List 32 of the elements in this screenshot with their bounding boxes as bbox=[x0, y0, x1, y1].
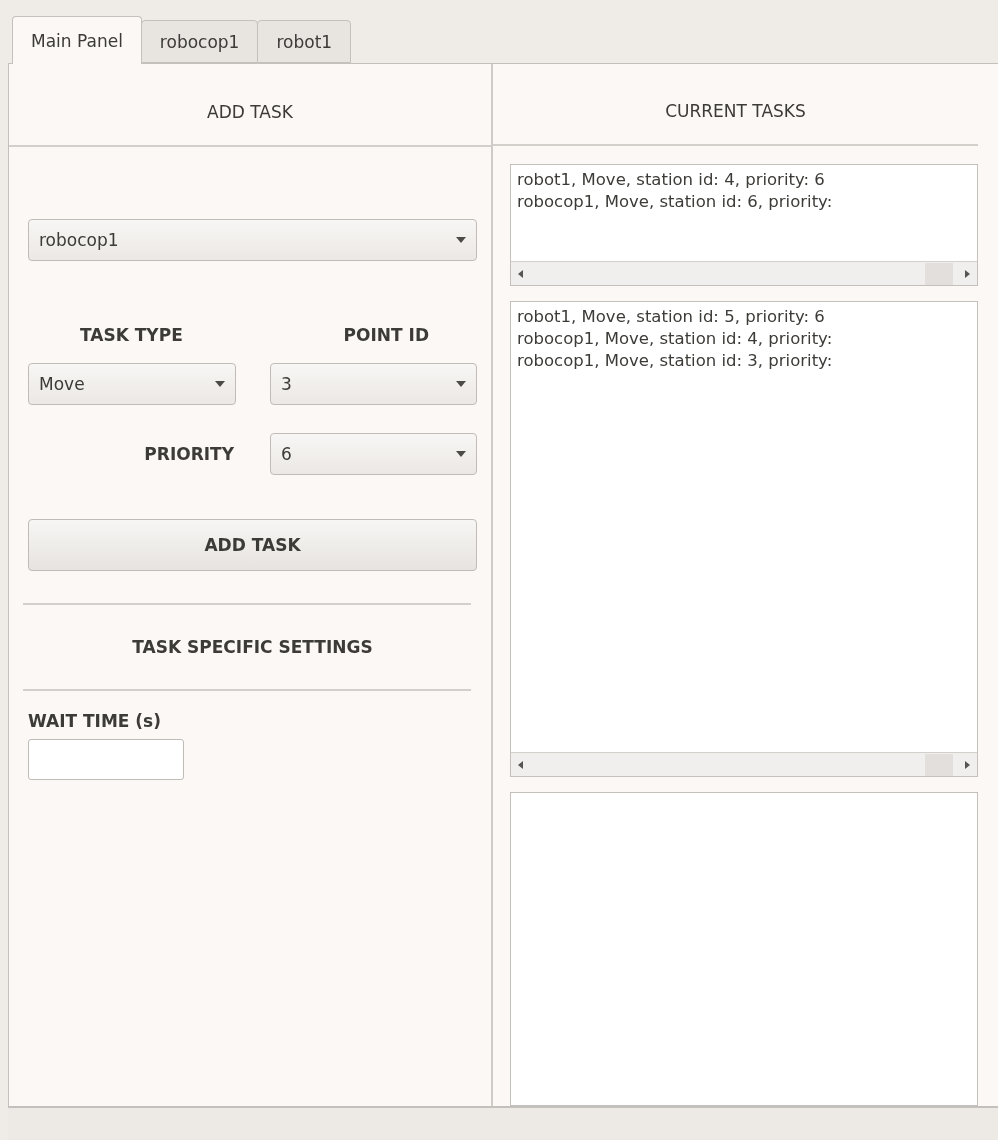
task-item[interactable]: robocop1, Move, station id: 3, priority: bbox=[517, 349, 971, 372]
tab[interactable]: robot1 bbox=[257, 20, 352, 63]
field-label: POINT ID bbox=[343, 325, 429, 345]
task-item[interactable]: robocop1, Move, station id: 4, priority: bbox=[517, 327, 971, 350]
section-title: TASK SPECIFIC SETTINGS bbox=[132, 637, 373, 657]
robot-dropdown[interactable]: robocop1 bbox=[28, 219, 477, 261]
task-item[interactable]: robot1, Move, station id: 5, priority: 6 bbox=[517, 305, 971, 328]
tab[interactable]: Main Panel bbox=[12, 16, 142, 64]
field-label: PRIORITY bbox=[144, 444, 234, 464]
caret-icon bbox=[456, 451, 466, 457]
task-item[interactable]: robocop1, Move, station id: 6, priority: bbox=[517, 191, 971, 214]
task-item[interactable]: robot1, Move, station id: 4, priority: 6 bbox=[517, 169, 971, 192]
section-title: CURRENT TASKS bbox=[665, 101, 806, 122]
priority-dropdown[interactable]: 6 bbox=[270, 433, 477, 475]
caret-icon bbox=[456, 237, 466, 243]
caret-icon bbox=[456, 381, 466, 387]
task-type-dropdown[interactable]: Move bbox=[28, 363, 236, 405]
scrollbar[interactable] bbox=[511, 752, 977, 777]
task-list[interactable]: robot1, Move, station id: 5, priority: 6 robocop1, Move, station id: 4, priority: robocop1, Move, station id: 3, priority: bbox=[510, 300, 978, 778]
task-list[interactable] bbox=[510, 792, 978, 1107]
point-id-dropdown[interactable]: 3 bbox=[270, 363, 477, 405]
field-label: WAIT TIME (s) bbox=[28, 711, 162, 731]
tab[interactable]: robocop1 bbox=[140, 20, 259, 63]
section-title: ADD TASK bbox=[207, 102, 293, 122]
field-label: TASK TYPE bbox=[80, 325, 183, 345]
wait-time-field[interactable] bbox=[28, 739, 184, 780]
scrollbar[interactable] bbox=[511, 261, 977, 286]
caret-icon bbox=[215, 381, 225, 387]
scrollbar-thumb[interactable] bbox=[925, 753, 953, 776]
add-task-button[interactable]: ADD TASK bbox=[28, 519, 477, 571]
task-list[interactable]: robot1, Move, station id: 4, priority: 6 robocop1, Move, station id: 6, priority: bbox=[510, 164, 978, 287]
scrollbar-thumb[interactable] bbox=[925, 262, 953, 285]
